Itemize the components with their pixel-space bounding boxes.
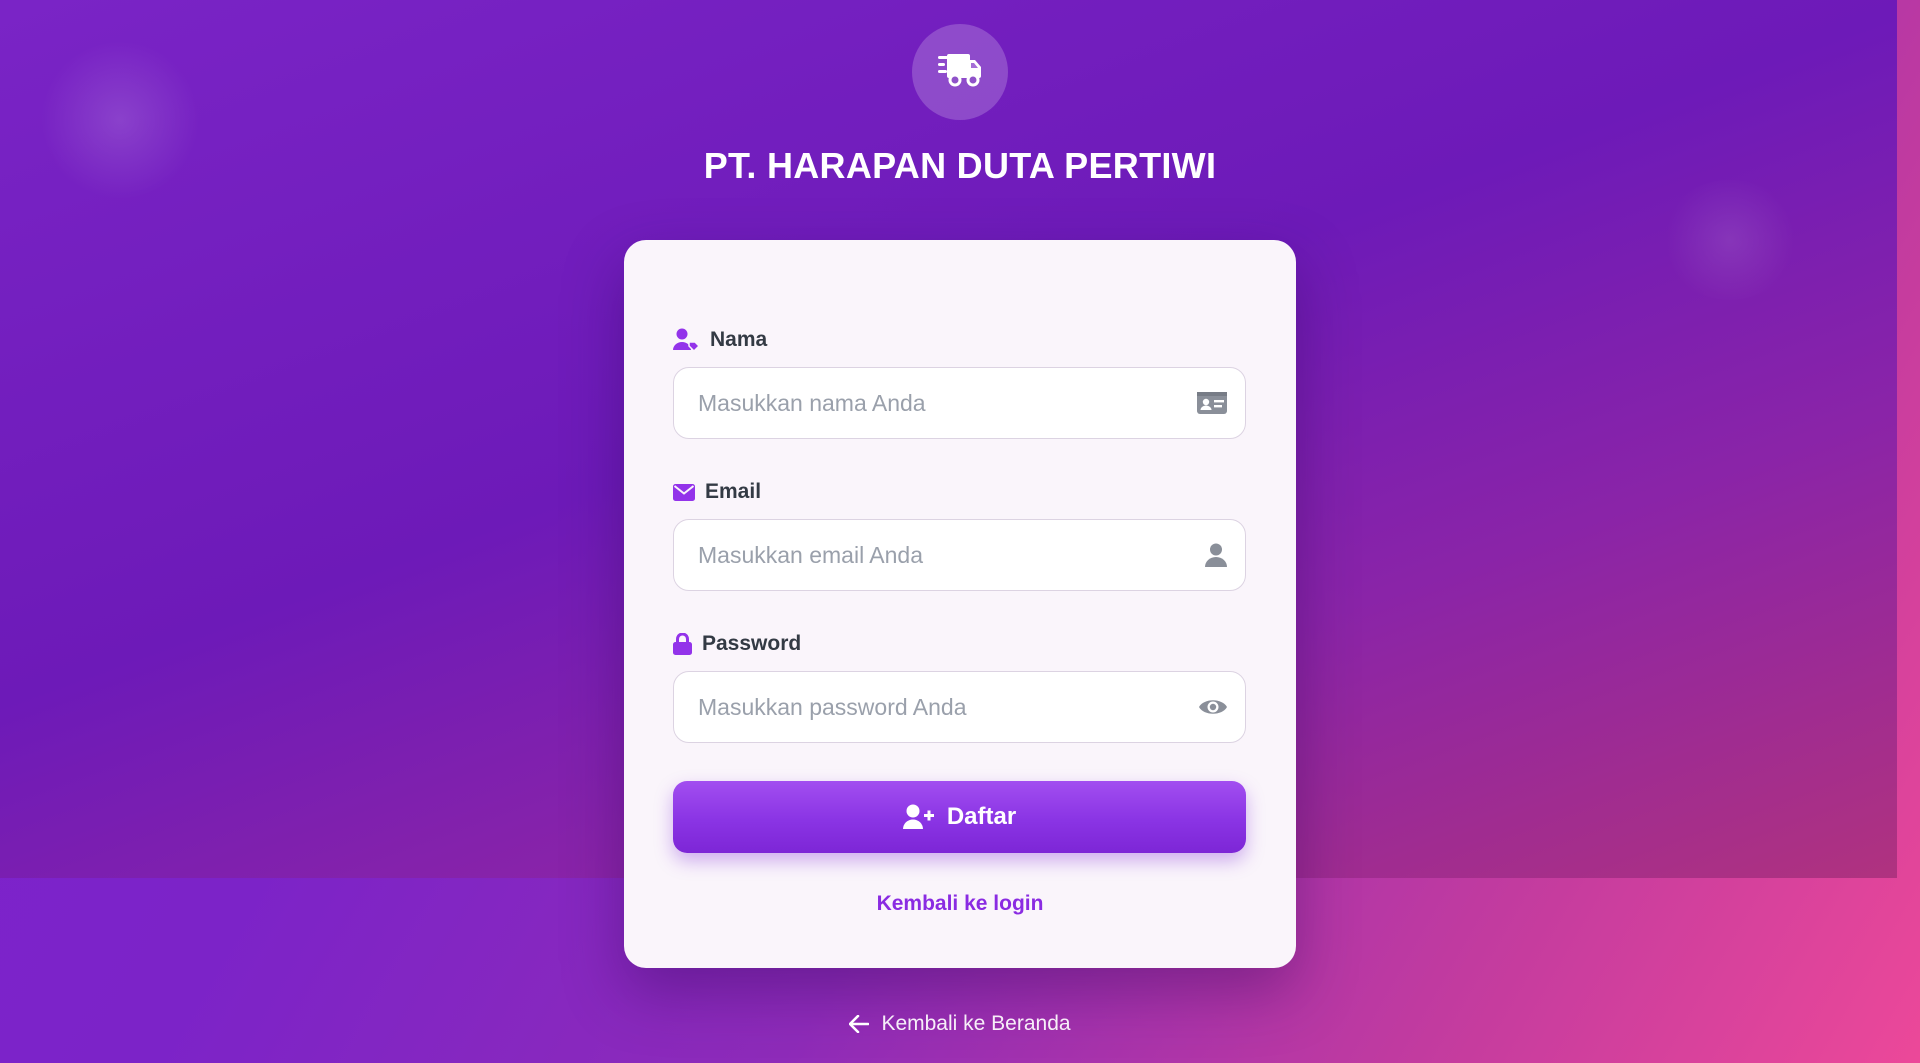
name-field [673,367,1246,439]
password-field [673,671,1246,743]
page-title: PT. HARAPAN DUTA PERTIWI [703,145,1217,186]
back-to-home-label: Kembali ke Beranda [881,1012,1071,1035]
email-label: Email [673,480,761,504]
back-to-login-link[interactable]: Kembali ke login [624,892,1296,916]
user-plus-icon [902,804,935,830]
password-input[interactable] [674,672,1245,742]
email-label-text: Email [705,480,762,503]
company-logo [912,24,1008,120]
password-label-text: Password [702,632,802,655]
name-input[interactable] [674,368,1245,438]
register-card: Nama Email [624,240,1296,968]
lock-icon [673,633,692,655]
name-label-text: Nama [710,328,768,351]
email-field [673,519,1246,591]
email-input[interactable] [674,520,1245,590]
name-label: Nama [673,328,767,352]
back-to-home-link[interactable]: Kembali ke Beranda [0,1012,1920,1036]
eye-icon[interactable] [1199,697,1227,717]
id-card-icon [1197,391,1227,415]
envelope-icon [673,483,695,501]
user-icon [1205,543,1227,567]
register-button[interactable]: Daftar [673,781,1246,853]
password-label: Password [673,632,801,656]
arrow-left-icon [849,1015,870,1033]
register-button-label: Daftar [946,803,1017,830]
user-tag-icon [673,328,700,352]
delivery-truck-icon [938,50,982,95]
